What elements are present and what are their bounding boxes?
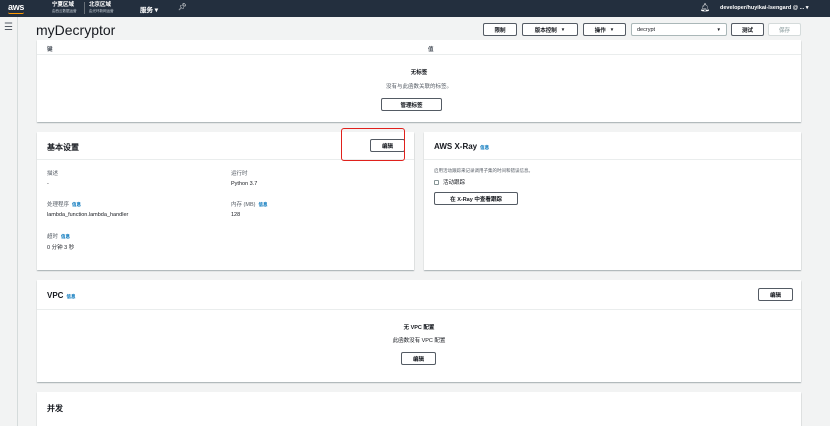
region-ningxia-sub: 由西云数据运营 <box>52 9 77 13</box>
region-beijing-title: 北京区域 <box>89 2 112 8</box>
handler-label-text: 处理程序 <box>47 202 70 208</box>
hamburger-menu-icon[interactable]: ☰ <box>4 22 13 33</box>
vpc-edit-secondary-label: 编辑 <box>412 356 424 363</box>
handler-info-link[interactable]: 信息 <box>72 202 81 207</box>
vpc-edit-label: 编辑 <box>769 292 781 299</box>
timeout-value: 0 分钟 3 秒 <box>47 245 75 251</box>
tags-empty-title: 无标签 <box>410 70 428 76</box>
xray-heading-text: AWS X-Ray <box>434 142 478 151</box>
vpc-edit-button[interactable]: 编辑 <box>758 288 793 301</box>
vpc-heading-text: VPC <box>47 291 64 300</box>
xray-heading: AWS X-Ray 信息 <box>434 142 489 151</box>
view-xray-traces-button[interactable]: 在 X-Ray 中查看跟踪 <box>434 192 518 205</box>
manage-tags-label: 管理标签 <box>400 102 423 109</box>
tags-panel: 键 值 无标签 没有与此函数关联的标签。 管理标签 <box>37 40 801 122</box>
user-menu[interactable]: developer/huyikai-lsengard @ ... ▾ <box>720 5 809 11</box>
active-tracing-label: 活动跟踪 <box>443 180 466 186</box>
handler-value: lambda_function.lambda_handler <box>47 212 129 218</box>
chevron-down-icon: ▼ <box>560 27 566 32</box>
region-ningxia[interactable]: 宁夏区域 由西云数据运营 <box>52 2 77 14</box>
actions-button-label: 操作 <box>594 27 606 34</box>
vpc-panel: VPC 信息 编辑 无 VPC 配置 此函数没有 VPC 配置 编辑 <box>37 280 801 382</box>
tags-divider <box>37 54 801 55</box>
sidebar-divider <box>17 17 18 426</box>
save-button-label: 保存 <box>778 27 790 34</box>
view-xray-traces-label: 在 X-Ray 中查看跟踪 <box>450 196 502 203</box>
region-beijing[interactable]: 北京区域 由光环新网运营 <box>84 2 114 14</box>
aws-logo-smile-icon <box>8 12 24 14</box>
concurrency-panel: 并发 <box>37 392 801 426</box>
test-event-select[interactable]: decrypt ▼ <box>631 23 727 36</box>
bell-icon[interactable]: 🔔︎ <box>700 3 710 12</box>
edit-highlight-box <box>341 128 405 161</box>
test-button-label: 测试 <box>741 27 753 34</box>
timeout-info-link[interactable]: 信息 <box>61 234 70 239</box>
chevron-down-icon: ▼ <box>609 27 615 32</box>
chevron-down-icon: ▼ <box>716 27 721 32</box>
vpc-edit-button-secondary[interactable]: 编辑 <box>401 352 436 365</box>
manage-tags-button[interactable]: 管理标签 <box>381 98 442 111</box>
timeout-label-text: 超时 <box>47 234 59 240</box>
vpc-divider <box>37 309 801 310</box>
description-label: 描述 <box>47 171 59 177</box>
active-tracing-checkbox[interactable]: 活动跟踪 <box>434 178 465 186</box>
page-title: myDecryptor <box>36 22 116 38</box>
throttle-button[interactable]: 限制 <box>483 23 517 36</box>
tags-empty-desc: 没有与此函数关联的标签。 <box>385 84 452 90</box>
basic-settings-heading: 基本设置 <box>47 143 79 152</box>
description-value: - <box>47 181 49 187</box>
throttle-button-label: 限制 <box>494 27 506 34</box>
actions-button[interactable]: 操作 ▼ <box>583 23 626 36</box>
vpc-empty-title: 无 VPC 配置 <box>403 325 435 331</box>
xray-divider <box>424 159 801 160</box>
tags-col-key: 键 <box>47 47 53 53</box>
handler-label: 处理程序 信息 <box>47 200 81 208</box>
save-button[interactable]: 保存 <box>768 23 801 36</box>
runtime-label: 运行时 <box>231 171 248 177</box>
version-control-label: 版本控制 <box>534 27 557 34</box>
memory-info-link[interactable]: 信息 <box>258 202 267 207</box>
vpc-info-link[interactable]: 信息 <box>66 294 75 299</box>
concurrency-heading: 并发 <box>47 404 63 413</box>
xray-panel: AWS X-Ray 信息 启用活动跟踪来记录调用子集的时间和错误信息。 活动跟踪 … <box>424 132 801 270</box>
region-ningxia-title: 宁夏区域 <box>52 2 75 8</box>
memory-label: 内存 (MB) 信息 <box>231 200 267 208</box>
memory-value: 128 <box>231 212 241 218</box>
runtime-value: Python 3.7 <box>231 181 258 187</box>
top-nav-bar: aws 宁夏区域 由西云数据运营 北京区域 由光环新网运营 服务 ▾ 📌︎ 🔔︎… <box>0 0 830 17</box>
memory-label-text: 内存 (MB) <box>231 202 256 208</box>
test-event-value: decrypt <box>637 26 656 33</box>
test-button[interactable]: 测试 <box>731 23 764 36</box>
checkbox-icon[interactable] <box>434 180 439 186</box>
version-control-button[interactable]: 版本控制 ▼ <box>522 23 578 36</box>
pin-icon[interactable]: 📌︎ <box>178 3 187 11</box>
vpc-empty-desc: 此函数没有 VPC 配置 <box>392 338 446 344</box>
services-menu[interactable]: 服务 ▾ <box>140 4 158 14</box>
timeout-label: 超时 信息 <box>47 232 70 240</box>
region-beijing-sub: 由光环新网运营 <box>89 9 114 13</box>
vpc-heading: VPC 信息 <box>47 291 75 300</box>
xray-description: 启用活动跟踪来记录调用子集的时间和错误信息。 <box>434 168 533 173</box>
aws-logo[interactable]: aws <box>8 2 24 12</box>
xray-info-link[interactable]: 信息 <box>480 145 489 150</box>
tags-col-value: 值 <box>428 47 434 53</box>
